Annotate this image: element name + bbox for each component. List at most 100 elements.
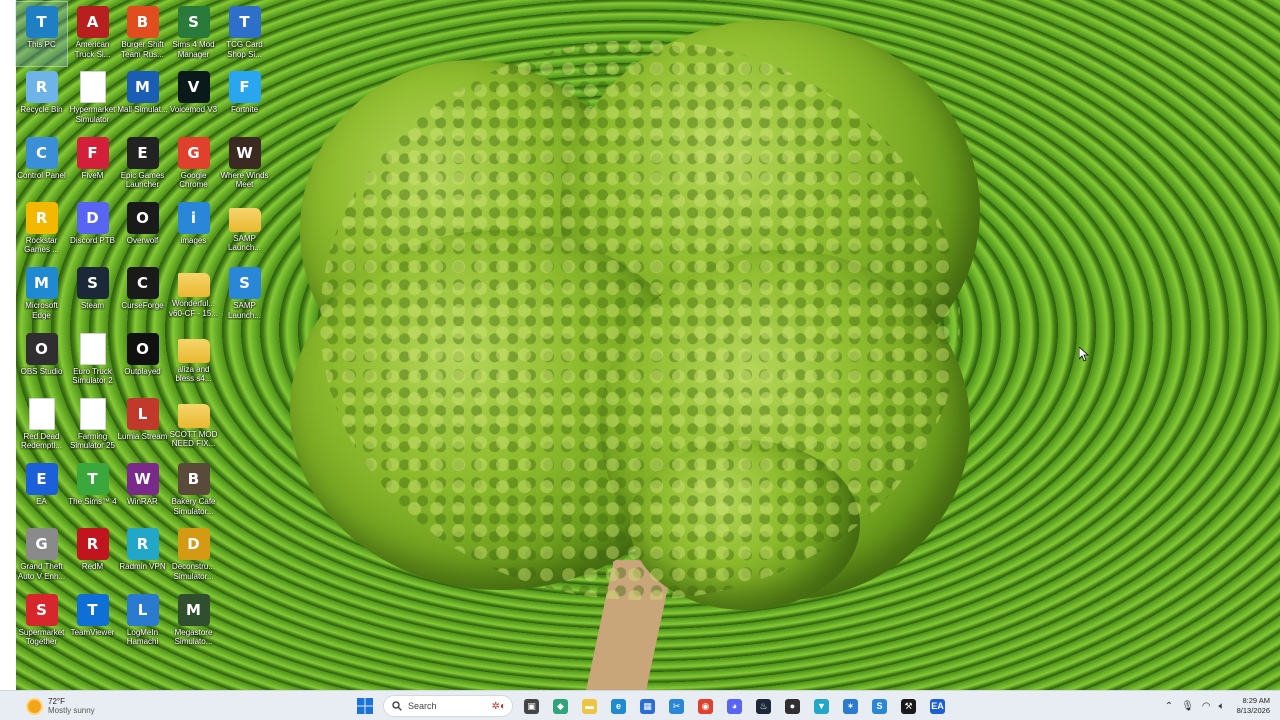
desktop-icon-label: Lumia Stream [117,431,168,441]
desktop-icon[interactable]: S Steam [67,263,118,327]
chevron-up-icon[interactable]: ⌃ [1165,701,1173,712]
desktop-icon[interactable]: B Burger Shift Team Rus... [117,2,168,66]
redm-icon: R [76,528,109,561]
desktop-icon-label: SAMP Launch... [228,233,261,253]
desktop-icon[interactable]: T TeamViewer [67,590,118,654]
desktop-icon[interactable]: W WinRAR [117,459,168,523]
curseforge-icon: ⚒ [901,698,916,714]
taskbar-curseforge-button[interactable]: ⚒ [896,694,922,718]
outplayed-icon: O [126,332,159,365]
desktop-icon[interactable]: Euro Truck Simulator 2 [67,329,118,393]
taskbar-store-button[interactable]: ▦ [635,694,661,718]
desktop-icon[interactable]: B Bakery Cafe Simulator... [168,459,219,523]
taskbar-task-view-button[interactable]: ▣ [519,694,545,718]
desktop-icon[interactable]: O OBS Studio [16,329,67,393]
clock[interactable]: 8:29 AM 8/13/2026 [1237,696,1270,716]
desktop-icon[interactable]: F FiveM [67,133,118,197]
desktop-icon-label: Voicemod V3 [169,105,218,115]
plumbob-icon: S [177,6,210,38]
fivem-icon: F [76,136,109,169]
desktop-icon-label: Red Dead Redempti... [21,431,62,451]
desktop-icon[interactable]: A American Truck Si... [67,2,118,66]
clock-date: 8/13/2026 [1236,706,1270,715]
desktop-icon[interactable]: Wonderful... v60-CF - 15... [168,263,219,327]
control-panel-icon: C [25,136,58,169]
desktop-icon[interactable]: SCOTT MOD NEED FIX... [168,394,219,458]
desktop-icon[interactable]: Hypermarket Simulator [67,67,118,131]
desktop-icon[interactable]: i images [168,198,219,262]
volume-icon[interactable]: 🔈︎ [1219,701,1225,712]
folder-icon [177,403,210,428]
weather-widget[interactable]: 72°F Mostly sunny [28,695,118,717]
desktop-icon[interactable]: E EA [16,459,67,523]
taskbar-steam-button[interactable]: ♨ [751,694,777,718]
desktop-icon[interactable]: S Supermarket Together [16,590,67,654]
desktop-icon-label: Wonderful... v60-CF - 15... [169,299,218,318]
desktop-icon-label: LogMeIn Hamachi [126,627,159,647]
desktop-icon[interactable]: F Fortnite [219,67,270,131]
taskbar-ea-button[interactable]: EA [925,694,951,718]
taskbar-samp-button[interactable]: S [867,694,893,718]
desktop-icon[interactable]: E Epic Games Launcher [117,133,168,197]
start-button[interactable] [352,694,378,718]
desktop-icon-label: RedM [81,562,104,572]
taskbar-obs-button[interactable]: ● [780,694,806,718]
taskbar-radmin-button[interactable]: ▼ [809,694,835,718]
desktop-icon[interactable]: C Control Panel [16,133,67,197]
taskbar-discord-button[interactable]: ◕ [722,694,748,718]
desktop-icon[interactable]: O Overwolf [117,198,168,262]
desktop-icon[interactable]: O Outplayed [117,329,168,393]
desktop-icon[interactable]: R RedM [67,524,118,588]
desktop-icon[interactable]: T TCG Card Shop Si... [219,2,270,66]
desktop-icon[interactable]: S SAMP Launch... [219,263,270,327]
desktop-icon[interactable]: aliza and bless s4... [168,329,219,393]
taskbar-chrome-button[interactable]: ◉ [693,694,719,718]
tree-texture [320,40,960,600]
desktop-icon[interactable]: D Discord PTB [67,198,118,262]
microphone-icon[interactable]: 🎙︎ [1181,701,1194,712]
desktop-icon[interactable]: L LogMeIn Hamachi [117,590,168,654]
desktop-icon-label: The Sims™ 4 [68,497,117,507]
wifi-icon[interactable]: ◠ [1202,701,1211,712]
search-input[interactable]: Search ✲◐ [383,695,513,717]
sims-icon: T [76,463,109,496]
desktop-icon[interactable]: W Where Winds Meet [219,133,270,197]
desktop-icon[interactable]: R Recycle Bin [16,67,67,131]
truck-icon: A [76,6,109,38]
desktop-icon[interactable]: SAMP Launch... [219,198,270,262]
taskbar-copilot-button[interactable]: ◆ [548,694,574,718]
samp-icon: S [228,267,261,300]
desktop-icon[interactable]: M Mall Simulat... [117,67,168,131]
desktop-icon[interactable]: Farming Simulator 25 [67,394,118,458]
taskbar-file-explorer-button[interactable]: ▬ [577,694,603,718]
desktop-icon-label: Outplayed [124,366,161,376]
gta-icon: G [25,528,58,561]
desktop-icon[interactable]: V Voicemod V3 [168,67,219,131]
desktop-icon[interactable]: G Google Chrome [168,133,219,197]
desktop-icon[interactable]: C CurseForge [117,263,168,327]
obs-icon: ● [785,698,800,714]
windows-logo-icon [356,698,373,714]
taskbar-hamachi-button[interactable]: ✶ [838,694,864,718]
desktop-icon-label: Deconstru... Simulator... [171,562,216,581]
desktop-icon-label: Control Panel [17,170,66,180]
chrome-icon: G [177,136,210,169]
desktop-icon[interactable]: S Sims 4 Mod Manager [168,2,219,66]
desktop-icon[interactable]: Red Dead Redempti... [16,394,67,458]
desktop-icon[interactable]: T The Sims™ 4 [67,459,118,523]
desktop-icon-label: Overwolf [126,235,159,245]
desktop-icon[interactable]: M Megastore Simulato... [168,590,219,654]
taskbar-edge-button[interactable]: e [606,694,632,718]
desktop-icon-label: Hypermarket Simulator [69,105,116,124]
desktop-icon[interactable]: G Grand Theft Auto V Enh... [16,524,67,588]
samp-icon: S [872,698,887,714]
desktop-icon[interactable]: L Lumia Stream [117,394,168,458]
desktop-icon[interactable]: T This PC [15,1,68,67]
desktop-icon[interactable]: R Rockstar Games ... [16,198,67,262]
desktop-icon[interactable]: D Deconstru... Simulator... [168,524,219,588]
desktop-icon[interactable]: R Radmin VPN [117,524,168,588]
desktop-icon[interactable]: M Microsoft Edge [16,263,67,327]
taskbar-snipping-button[interactable]: ✂ [664,694,690,718]
desktop-icon-label: Euro Truck Simulator 2 [72,366,113,386]
rockstar-icon: R [25,201,58,234]
